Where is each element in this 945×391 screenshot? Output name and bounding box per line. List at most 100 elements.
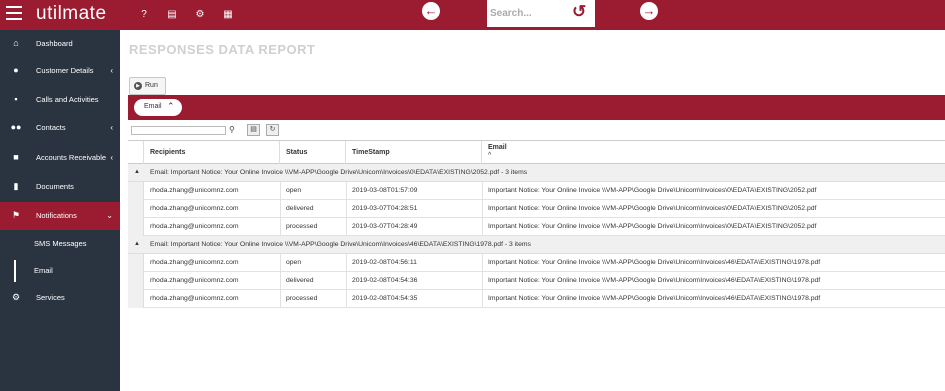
cell-email: Important Notice: Your Online Invoice \\… <box>488 223 817 230</box>
table-row[interactable]: rhoda.zhang@unicomnz.com processed 2019-03… <box>128 218 945 236</box>
sidebar: ⌂ Dashboard ● Customer Details ‹ ▪ Calls… <box>0 30 120 391</box>
search-icon[interactable]: ⚲ <box>229 125 235 134</box>
group-row[interactable]: ▲ Email: Important Notice: Your Online In… <box>128 164 945 182</box>
cell-recipient: rhoda.zhang@unicomnz.com <box>150 187 239 194</box>
sidebar-item-dashboard[interactable]: ⌂ Dashboard <box>0 32 120 56</box>
lock-icon: ■ <box>13 152 19 162</box>
grid-search-input[interactable] <box>131 126 226 135</box>
email-filter-chip[interactable]: Email ⌃ <box>134 99 182 116</box>
chevron-left-icon: ‹ <box>110 66 113 75</box>
arrow-left-circle-icon[interactable]: ← <box>422 2 440 20</box>
sidebar-item-documents[interactable]: ▮ Documents <box>0 175 120 199</box>
cell-timestamp: 2019-03-07T04:28:51 <box>352 205 418 212</box>
sidebar-item-calls-activities[interactable]: ▪ Calls and Activities <box>0 88 120 112</box>
chevron-up-icon: ⌃ <box>167 101 175 111</box>
calendar-icon: ▪ <box>14 94 18 104</box>
grid-header: Recipients Status TimeStamp Email ^ <box>128 140 945 164</box>
table-row[interactable]: rhoda.zhang@unicomnz.com open 2019-03-08T0… <box>128 182 945 200</box>
column-header-recipients[interactable]: Recipients <box>144 141 280 164</box>
table-row[interactable]: rhoda.zhang@unicomnz.com open 2019-02-08T0… <box>128 254 945 272</box>
calendar-icon[interactable]: ▦ <box>221 8 235 22</box>
sidebar-item-contacts[interactable]: ●● Contacts ‹ <box>0 116 120 140</box>
chevron-left-icon: ‹ <box>110 153 113 162</box>
arrow-right-circle-icon[interactable]: → <box>640 2 658 20</box>
cell-timestamp: 2019-02-08T04:54:35 <box>352 295 418 302</box>
selected-marker <box>14 260 18 282</box>
column-divider <box>280 182 281 200</box>
filter-bar: Email ⌃ <box>128 95 945 120</box>
export-icon: ▤ <box>250 126 257 133</box>
cell-status: delivered <box>286 277 314 284</box>
row-indent <box>128 272 144 290</box>
cell-timestamp: 2019-03-07T04:28:49 <box>352 223 418 230</box>
cell-recipient: rhoda.zhang@unicomnz.com <box>150 205 239 212</box>
cell-email: Important Notice: Your Online Invoice \\… <box>488 259 821 266</box>
cell-timestamp: 2019-03-08T01:57:09 <box>352 187 418 194</box>
column-divider <box>346 200 347 218</box>
cell-status: delivered <box>286 205 314 212</box>
chevron-left-icon: ‹ <box>110 123 113 132</box>
export-button[interactable]: ▤ <box>247 124 260 136</box>
sort-ascending-icon: ^ <box>488 152 492 159</box>
table-row[interactable]: rhoda.zhang@unicomnz.com processed 2019-02… <box>128 290 945 308</box>
row-indent <box>128 182 144 200</box>
column-divider <box>280 272 281 290</box>
cell-email: Important Notice: Your Online Invoice \\… <box>488 277 821 284</box>
refresh-button[interactable]: ↻ <box>266 124 279 136</box>
run-button[interactable]: ▶ Run <box>129 77 166 95</box>
column-divider <box>346 272 347 290</box>
column-header-email[interactable]: Email ^ <box>482 141 945 164</box>
cell-recipient: rhoda.zhang@unicomnz.com <box>150 277 239 284</box>
sidebar-item-services[interactable]: ⚙ Services <box>0 286 120 310</box>
reset-icon[interactable]: ↺ <box>572 2 586 22</box>
cell-status: open <box>286 187 302 194</box>
table-row[interactable]: rhoda.zhang@unicomnz.com delivered 2019-03… <box>128 200 945 218</box>
cell-recipient: rhoda.zhang@unicomnz.com <box>150 295 239 302</box>
column-header-status[interactable]: Status <box>280 141 346 164</box>
row-indent <box>128 218 144 236</box>
column-divider <box>280 254 281 272</box>
sidebar-item-accounts-receivable[interactable]: ■ Accounts Receivable ‹ <box>0 146 120 170</box>
play-icon: ▶ <box>134 82 142 90</box>
user-icon: ● <box>13 65 19 75</box>
top-toolbar: ? ▤ ⚙ ▦ <box>137 8 235 22</box>
column-header-timestamp[interactable]: TimeStamp <box>346 141 482 164</box>
table-row[interactable]: rhoda.zhang@unicomnz.com delivered 2019-02… <box>128 272 945 290</box>
document-icon[interactable]: ▤ <box>165 8 179 22</box>
settings-icon[interactable]: ⚙ <box>193 8 207 22</box>
column-divider <box>482 290 483 308</box>
group-row[interactable]: ▲ Email: Important Notice: Your Online In… <box>128 236 945 254</box>
refresh-icon: ↻ <box>269 126 276 133</box>
collapse-icon[interactable]: ▲ <box>134 169 140 175</box>
page-title: RESPONSES DATA REPORT <box>129 42 316 57</box>
column-divider <box>346 218 347 236</box>
column-divider <box>346 254 347 272</box>
app-logo: utilmate <box>36 3 107 24</box>
column-divider <box>482 218 483 236</box>
cell-timestamp: 2019-02-08T04:54:36 <box>352 277 418 284</box>
row-indent <box>128 200 144 218</box>
sidebar-item-customer-details[interactable]: ● Customer Details ‹ <box>0 59 120 83</box>
cell-status: processed <box>286 295 318 302</box>
chevron-down-icon: ⌄ <box>106 211 113 220</box>
cell-recipient: rhoda.zhang@unicomnz.com <box>150 259 239 266</box>
cell-status: processed <box>286 223 318 230</box>
menu-icon[interactable] <box>6 6 22 20</box>
cogs-icon: ⚙ <box>11 292 21 302</box>
cell-email: Important Notice: Your Online Invoice \\… <box>488 187 817 194</box>
sidebar-subitem-sms-messages[interactable]: SMS Messages <box>0 233 120 255</box>
flag-icon: ⚑ <box>11 210 21 220</box>
cell-email: Important Notice: Your Online Invoice \\… <box>488 295 821 302</box>
top-bar: utilmate ? ▤ ⚙ ▦ ← ↺ → <box>0 0 945 30</box>
users-icon: ●● <box>10 122 22 132</box>
help-icon[interactable]: ? <box>137 8 151 22</box>
search-input[interactable] <box>490 5 562 21</box>
cell-email: Important Notice: Your Online Invoice \\… <box>488 205 817 212</box>
group-label: Email: Important Notice: Your Online Inv… <box>150 169 528 176</box>
sidebar-item-notifications[interactable]: ⚑ Notifications ⌄ <box>0 202 120 230</box>
collapse-icon[interactable]: ▲ <box>134 241 140 247</box>
home-icon: ⌂ <box>13 38 19 48</box>
group-label: Email: Important Notice: Your Online Inv… <box>150 241 531 248</box>
sidebar-subitem-email[interactable]: Email <box>0 260 120 282</box>
column-divider <box>346 290 347 308</box>
